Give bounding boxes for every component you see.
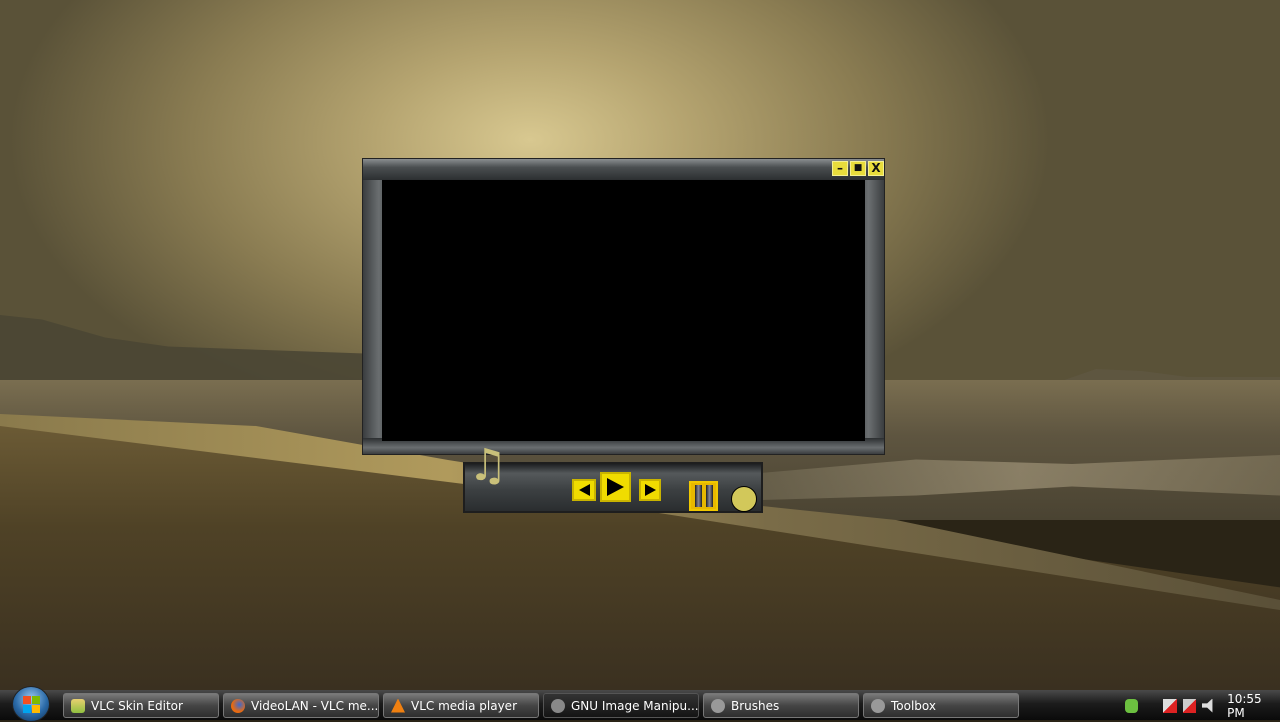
gimp-icon bbox=[871, 698, 885, 713]
start-button[interactable] bbox=[12, 686, 50, 722]
taskbar-item-label: GNU Image Manipu... bbox=[571, 698, 699, 713]
pause-icon bbox=[694, 485, 702, 507]
power-plug-icon[interactable] bbox=[1163, 698, 1177, 713]
play-button[interactable] bbox=[600, 472, 631, 502]
video-area[interactable] bbox=[382, 180, 865, 441]
gimp-icon bbox=[551, 698, 565, 713]
title-bar[interactable] bbox=[363, 159, 884, 180]
windows-logo-icon bbox=[22, 695, 40, 713]
taskbar: VLC Skin Editor VideoLAN - VLC me... VLC… bbox=[0, 686, 1280, 722]
minimize-button[interactable]: – bbox=[832, 161, 848, 176]
pause-button[interactable] bbox=[689, 481, 718, 511]
taskbar-item-label: VLC Skin Editor bbox=[91, 698, 183, 713]
pause-icon-bar bbox=[705, 485, 713, 507]
vlc-skin-window[interactable]: – ■ X bbox=[362, 158, 885, 455]
security-check-icon[interactable] bbox=[1125, 698, 1139, 713]
firefox-icon bbox=[231, 698, 245, 713]
system-tray: 10:55 PM bbox=[1125, 692, 1280, 720]
taskbar-item-label: VLC media player bbox=[411, 698, 518, 713]
taskbar-item-vlc-skin-editor[interactable]: VLC Skin Editor bbox=[63, 693, 219, 718]
previous-button[interactable] bbox=[572, 479, 596, 501]
vlc-cone-icon bbox=[391, 698, 405, 713]
taskbar-item-vlc[interactable]: VLC media player bbox=[383, 693, 539, 718]
taskbar-item-toolbox[interactable]: Toolbox bbox=[863, 693, 1019, 718]
taskbar-item-label: Brushes bbox=[731, 698, 780, 713]
maximize-button[interactable]: ■ bbox=[850, 161, 866, 176]
taskbar-item-brushes[interactable]: Brushes bbox=[703, 693, 859, 718]
taskbar-item-gimp[interactable]: GNU Image Manipu... bbox=[543, 693, 699, 718]
next-icon bbox=[644, 484, 656, 496]
taskbar-item-label: VideoLAN - VLC me... bbox=[251, 698, 379, 713]
close-button[interactable]: X bbox=[868, 161, 884, 176]
stop-button[interactable] bbox=[731, 486, 757, 512]
taskbar-item-label: Toolbox bbox=[891, 698, 936, 713]
volume-icon[interactable] bbox=[1201, 698, 1213, 713]
clock[interactable]: 10:55 PM bbox=[1227, 692, 1280, 720]
network-icon[interactable] bbox=[1182, 698, 1196, 713]
music-note-icon: ♫ bbox=[468, 440, 508, 491]
taskbar-item-firefox[interactable]: VideoLAN - VLC me... bbox=[223, 693, 379, 718]
next-button[interactable] bbox=[639, 479, 661, 501]
gimp-icon bbox=[711, 698, 725, 713]
play-icon bbox=[607, 478, 624, 496]
skin-editor-icon bbox=[71, 698, 85, 713]
previous-icon bbox=[578, 484, 590, 496]
